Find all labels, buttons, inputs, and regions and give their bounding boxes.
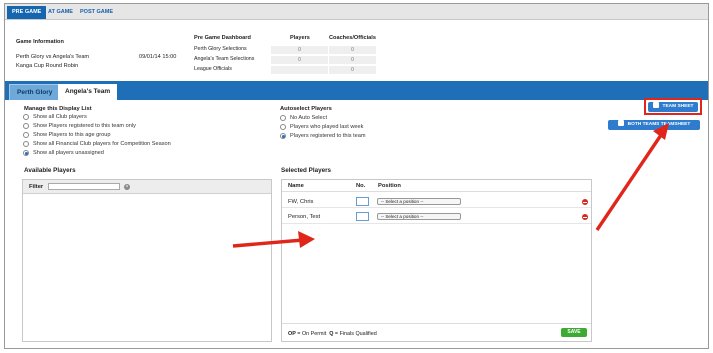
annotation-arrows <box>232 123 669 248</box>
annotation-arrow-right <box>595 123 669 231</box>
annotation-arrow-left <box>232 231 315 248</box>
app-frame: PRE GAME AT GAME POST GAME Game Informat… <box>4 3 709 349</box>
